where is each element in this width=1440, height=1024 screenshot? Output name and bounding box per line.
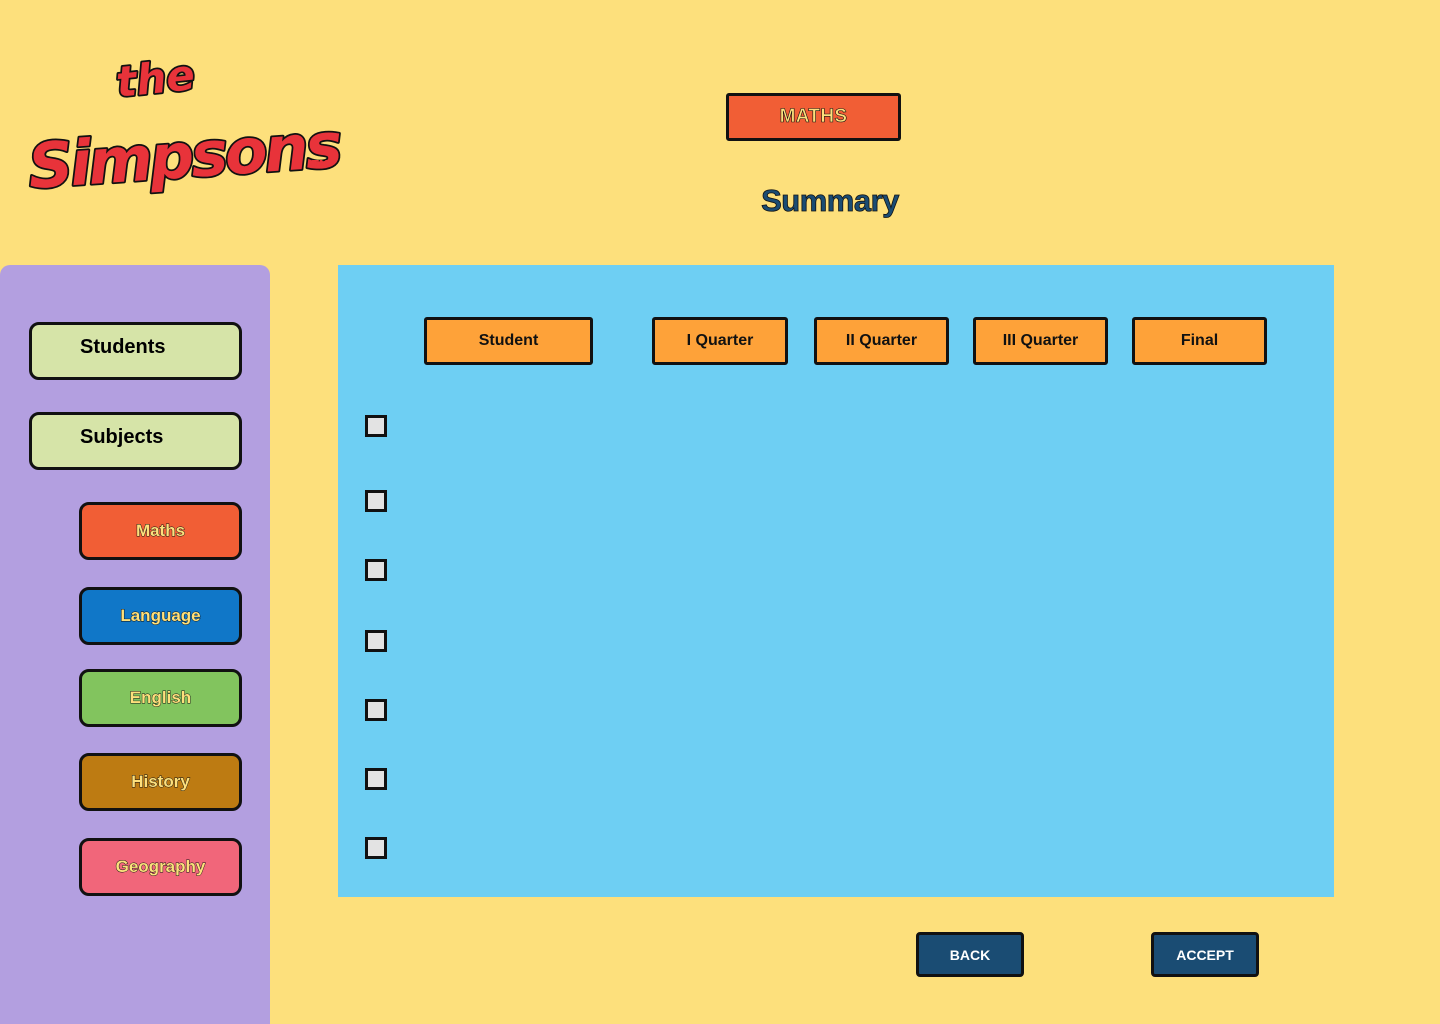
row-checkbox[interactable] <box>365 837 387 859</box>
back-button[interactable]: BACK <box>916 932 1024 977</box>
column-header-student: Student <box>424 317 593 365</box>
nav-subjects-button[interactable]: Subjects <box>29 412 242 470</box>
row-checkbox[interactable] <box>365 490 387 512</box>
page-title: Summary <box>761 183 900 219</box>
row-checkbox[interactable] <box>365 768 387 790</box>
row-checkbox[interactable] <box>365 415 387 437</box>
column-header-quarter-2: II Quarter <box>814 317 949 365</box>
simpsons-logo: the Simpsons TM <box>24 46 344 205</box>
logo-text-simpsons: Simpsons <box>26 108 343 203</box>
column-header-final: Final <box>1132 317 1267 365</box>
subject-english-button[interactable]: English <box>79 669 242 727</box>
grades-table-panel: Student I Quarter II Quarter III Quarter… <box>338 265 1334 897</box>
accept-button[interactable]: ACCEPT <box>1151 932 1259 977</box>
row-checkbox[interactable] <box>365 699 387 721</box>
column-header-quarter-1: I Quarter <box>652 317 788 365</box>
row-checkbox[interactable] <box>365 559 387 581</box>
subject-history-button[interactable]: History <box>79 753 242 811</box>
nav-students-button[interactable]: Students <box>29 322 242 380</box>
subject-maths-button[interactable]: Maths <box>79 502 242 560</box>
subject-geography-button[interactable]: Geography <box>79 838 242 896</box>
row-checkbox[interactable] <box>365 630 387 652</box>
logo-trademark: TM <box>312 159 329 170</box>
current-subject-badge: MATHS <box>726 93 901 141</box>
column-header-quarter-3: III Quarter <box>973 317 1108 365</box>
sidebar: Students Subjects Maths Language English… <box>0 265 270 1024</box>
subject-language-button[interactable]: Language <box>79 587 242 645</box>
logo-text-the: the <box>114 50 197 107</box>
